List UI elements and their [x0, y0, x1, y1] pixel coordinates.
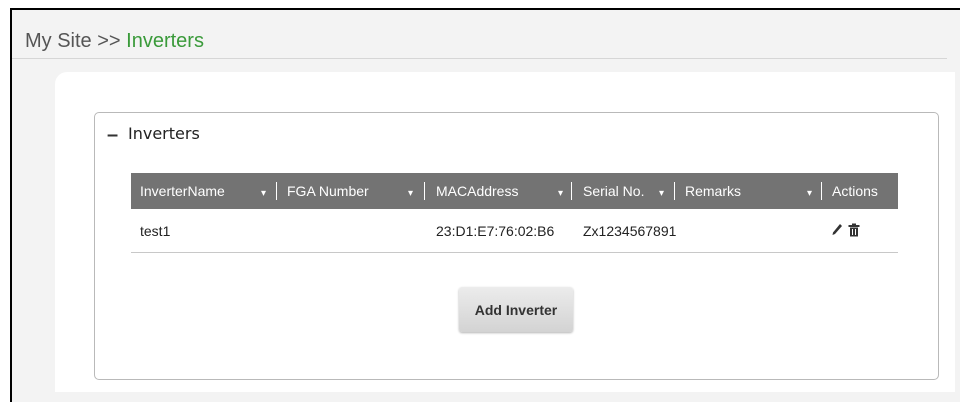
column-label: MACAddress: [436, 183, 519, 199]
column-header-serial-no[interactable]: Serial No.: [583, 173, 644, 209]
column-separator: [674, 182, 675, 200]
column-label: Actions: [832, 183, 878, 199]
column-header-actions: Actions: [832, 173, 878, 209]
sort-serial-no[interactable]: ▾: [659, 173, 664, 209]
collapse-toggle[interactable]: –: [107, 125, 118, 145]
sort-remarks[interactable]: ▾: [807, 173, 812, 209]
sort-arrow-icon: ▾: [558, 188, 564, 199]
breadcrumb: My Site >> Inverters: [25, 30, 204, 60]
column-separator: [276, 182, 277, 200]
breadcrumb-root[interactable]: My Site >>: [25, 30, 126, 52]
column-label: Serial No.: [583, 183, 645, 199]
sort-fga-number[interactable]: ▾: [408, 173, 413, 209]
sort-arrow-icon: ▾: [408, 188, 414, 199]
edit-icon[interactable]: [831, 223, 843, 237]
cell-inverter-name: test1: [140, 223, 171, 239]
column-header-fga-number[interactable]: FGA Number: [287, 173, 369, 209]
delete-icon[interactable]: [848, 223, 860, 237]
column-label: FGA Number: [287, 183, 369, 199]
column-separator: [821, 182, 822, 200]
column-label: Remarks: [685, 183, 742, 199]
column-header-remarks[interactable]: Remarks: [685, 173, 741, 209]
sort-arrow-icon: ▾: [261, 188, 267, 199]
column-separator: [424, 182, 425, 200]
column-label: InverterName: [140, 183, 225, 199]
column-separator: [571, 182, 572, 200]
cell-mac-address: 23:D1:E7:76:02:B6: [436, 223, 555, 239]
sort-arrow-icon: ▾: [659, 188, 665, 199]
sort-arrow-icon: ▾: [807, 188, 813, 199]
cell-serial-no: Zx1234567891: [583, 223, 677, 239]
panel-title: Inverters: [128, 124, 200, 143]
add-inverter-button[interactable]: Add Inverter: [459, 287, 573, 332]
table-row[interactable]: test1 23:D1:E7:76:02:B6 Zx1234567891: [131, 210, 898, 253]
table-header: InverterName ▾ FGA Number ▾ MACAddress ▾…: [131, 173, 898, 209]
column-header-mac-address[interactable]: MACAddress: [436, 173, 518, 209]
breadcrumb-current: Inverters: [126, 30, 204, 52]
breadcrumb-divider: [12, 58, 947, 59]
sort-inverter-name[interactable]: ▾: [261, 173, 266, 209]
sort-mac-address[interactable]: ▾: [558, 173, 563, 209]
column-header-inverter-name[interactable]: InverterName: [140, 173, 225, 209]
